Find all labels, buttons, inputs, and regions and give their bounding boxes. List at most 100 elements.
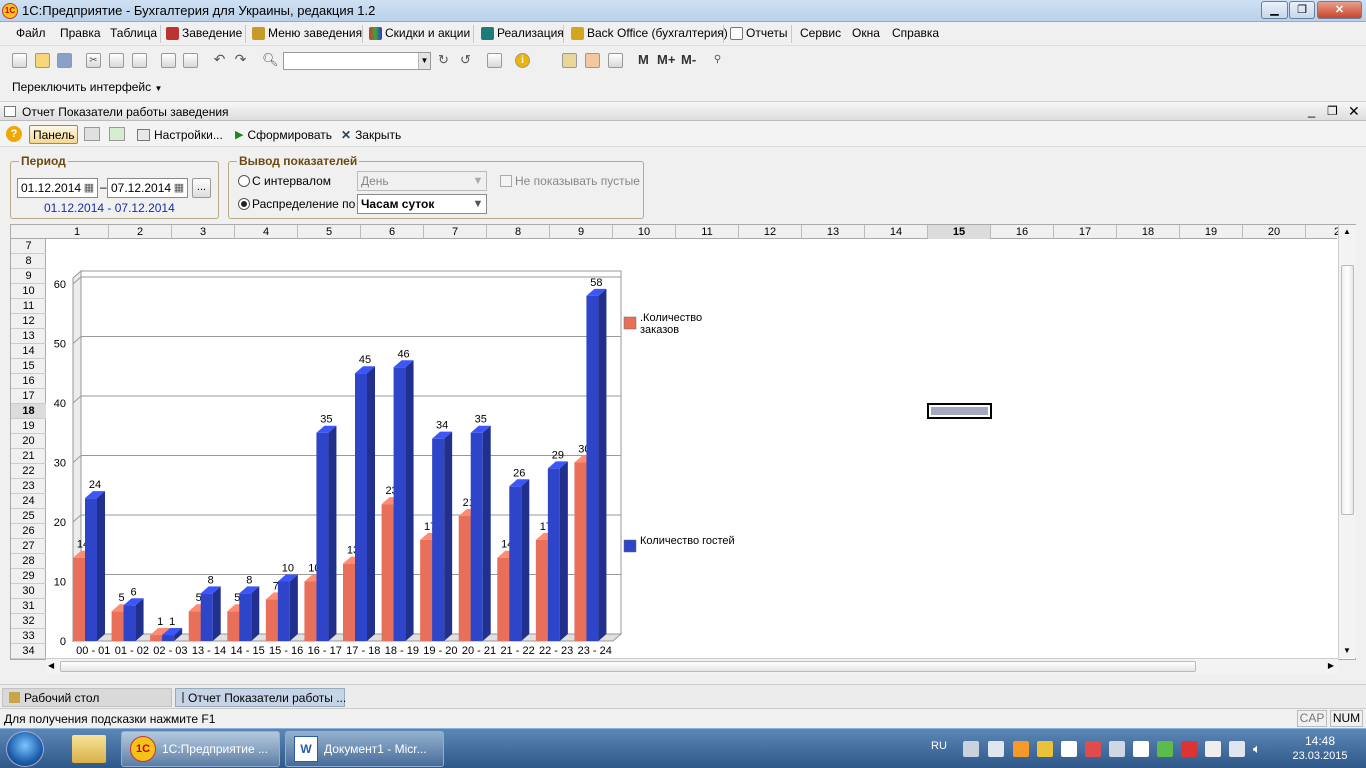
row-header[interactable]: 23 — [11, 479, 46, 494]
info-icon[interactable]: i — [515, 53, 530, 68]
row-header[interactable]: 19 — [11, 419, 46, 434]
taskbar-word[interactable]: W Документ1 - Micr... — [285, 731, 444, 767]
column-header[interactable]: 15 — [928, 225, 991, 239]
menu-help[interactable]: Справка — [892, 26, 939, 40]
row-header[interactable]: 15 — [11, 359, 46, 374]
find-prev-icon[interactable]: ↺ — [458, 53, 473, 68]
row-header[interactable]: 12 — [11, 314, 46, 329]
copy-icon[interactable] — [109, 53, 124, 68]
paste-icon[interactable] — [132, 53, 147, 68]
variant-save-icon[interactable] — [109, 127, 125, 141]
column-header[interactable]: 10 — [613, 225, 676, 239]
row-header[interactable]: 7 — [11, 239, 46, 254]
taskbar-1c[interactable]: 1C 1С:Предприятие ... — [121, 731, 280, 767]
row-header[interactable]: 10 — [11, 284, 46, 299]
column-header[interactable]: 7 — [424, 225, 487, 239]
new-document-icon[interactable] — [12, 53, 27, 68]
row-header[interactable]: 11 — [11, 299, 46, 314]
memory-minus-button[interactable]: M- — [681, 52, 696, 67]
column-header[interactable]: 2 — [1306, 225, 1366, 239]
row-header[interactable]: 26 — [11, 524, 46, 539]
clock-date[interactable]: 23.03.2015 — [1290, 750, 1350, 762]
volume-icon[interactable]: 🔈︎ — [1253, 741, 1269, 757]
chevron-down-icon[interactable]: ▼ — [418, 53, 430, 69]
row-header[interactable]: 21 — [11, 449, 46, 464]
tools-icon[interactable]: ⚲ — [710, 53, 725, 68]
menu-venue[interactable]: Заведение — [166, 26, 242, 40]
menu-windows[interactable]: Окна — [852, 26, 880, 40]
scroll-down-icon[interactable]: ▼ — [1343, 646, 1351, 655]
help-button[interactable]: ? — [6, 126, 22, 142]
menu-table[interactable]: Таблица — [110, 26, 157, 40]
row-header[interactable]: 32 — [11, 614, 46, 629]
column-header[interactable]: 6 — [361, 225, 424, 239]
generate-button[interactable]: ▶ Сформировать — [232, 125, 335, 144]
row-header[interactable]: 34 — [11, 644, 46, 659]
security-icon[interactable] — [1037, 741, 1053, 757]
row-header[interactable]: 30 — [11, 584, 46, 599]
menu-back-office[interactable]: Back Office (бухгалтерия) — [571, 26, 728, 40]
open-folder-icon[interactable] — [35, 53, 50, 68]
cut-icon[interactable]: ✂ — [86, 53, 101, 68]
minimize-button[interactable]: ▁ — [1261, 1, 1288, 19]
scroll-up-icon[interactable]: ▲ — [1343, 227, 1351, 236]
calendar-icon[interactable] — [585, 53, 600, 68]
network-drive-icon[interactable] — [1133, 741, 1149, 757]
menu-edit[interactable]: Правка — [60, 26, 101, 40]
column-header[interactable]: 5 — [298, 225, 361, 239]
maximize-button[interactable]: ❐ — [1289, 1, 1315, 19]
close-button[interactable]: ✕ — [1317, 1, 1362, 19]
active-cell[interactable] — [927, 403, 992, 419]
usb-icon[interactable] — [1205, 741, 1221, 757]
row-header[interactable]: 27 — [11, 539, 46, 554]
row-header[interactable]: 14 — [11, 344, 46, 359]
row-header[interactable]: 24 — [11, 494, 46, 509]
column-header[interactable]: 18 — [1117, 225, 1180, 239]
redo-icon[interactable]: ↷ — [233, 52, 248, 68]
search-input[interactable]: ▼ — [283, 52, 431, 70]
print-icon[interactable] — [161, 53, 176, 68]
row-header[interactable]: 28 — [11, 554, 46, 569]
row-header[interactable]: 16 — [11, 374, 46, 389]
column-header[interactable]: 16 — [991, 225, 1054, 239]
interval-radio[interactable]: С интервалом — [238, 174, 331, 188]
start-button[interactable] — [6, 731, 44, 767]
row-header[interactable]: 31 — [11, 599, 46, 614]
menu-reports[interactable]: Отчеты — [730, 26, 787, 40]
save-icon[interactable] — [57, 53, 72, 68]
scroll-right-icon[interactable]: ▶ — [1328, 661, 1334, 670]
memory-m-button[interactable]: M — [638, 52, 649, 67]
column-header[interactable]: 4 — [235, 225, 298, 239]
device-icon[interactable] — [1109, 741, 1125, 757]
row-header[interactable]: 22 — [11, 464, 46, 479]
printer-icon[interactable] — [963, 741, 979, 757]
column-header[interactable]: 1 — [46, 225, 109, 239]
menu-service[interactable]: Сервис — [800, 26, 841, 40]
row-header[interactable]: 17 — [11, 389, 46, 404]
menu-venue-menu[interactable]: Меню заведения — [252, 26, 362, 40]
column-header[interactable]: 11 — [676, 225, 739, 239]
menu-file[interactable]: Файл — [16, 26, 46, 40]
interface-switch[interactable]: Переключить интерфейс ▼ — [12, 80, 162, 94]
print-preview-icon[interactable] — [183, 53, 198, 68]
row-header[interactable]: 29 — [11, 569, 46, 584]
storage-icon[interactable] — [1061, 741, 1077, 757]
column-header[interactable]: 12 — [739, 225, 802, 239]
distribution-select[interactable]: Часам суток ▼ — [357, 194, 487, 214]
doc-close-button[interactable]: ✕ — [1348, 103, 1360, 120]
flag-icon[interactable] — [1181, 741, 1197, 757]
period-select-button[interactable]: ... — [192, 178, 211, 198]
windows-icon[interactable] — [487, 53, 502, 68]
doc-minimize-button[interactable]: _ — [1308, 103, 1315, 118]
date-from-field[interactable]: 01.12.2014 ▦ — [17, 178, 98, 198]
row-header[interactable]: 33 — [11, 629, 46, 644]
column-header[interactable]: 20 — [1243, 225, 1306, 239]
row-header[interactable]: 8 — [11, 254, 46, 269]
tab-desktop[interactable]: Рабочий стол — [2, 688, 172, 707]
calendar-icon[interactable]: ▦ — [171, 179, 187, 197]
row-header[interactable]: 20 — [11, 434, 46, 449]
tab-report[interactable]: Отчет Показатели работы ... — [175, 688, 346, 707]
column-header[interactable]: 2 — [109, 225, 172, 239]
row-header[interactable]: 18 — [11, 404, 46, 419]
monitor-icon[interactable] — [988, 741, 1004, 757]
